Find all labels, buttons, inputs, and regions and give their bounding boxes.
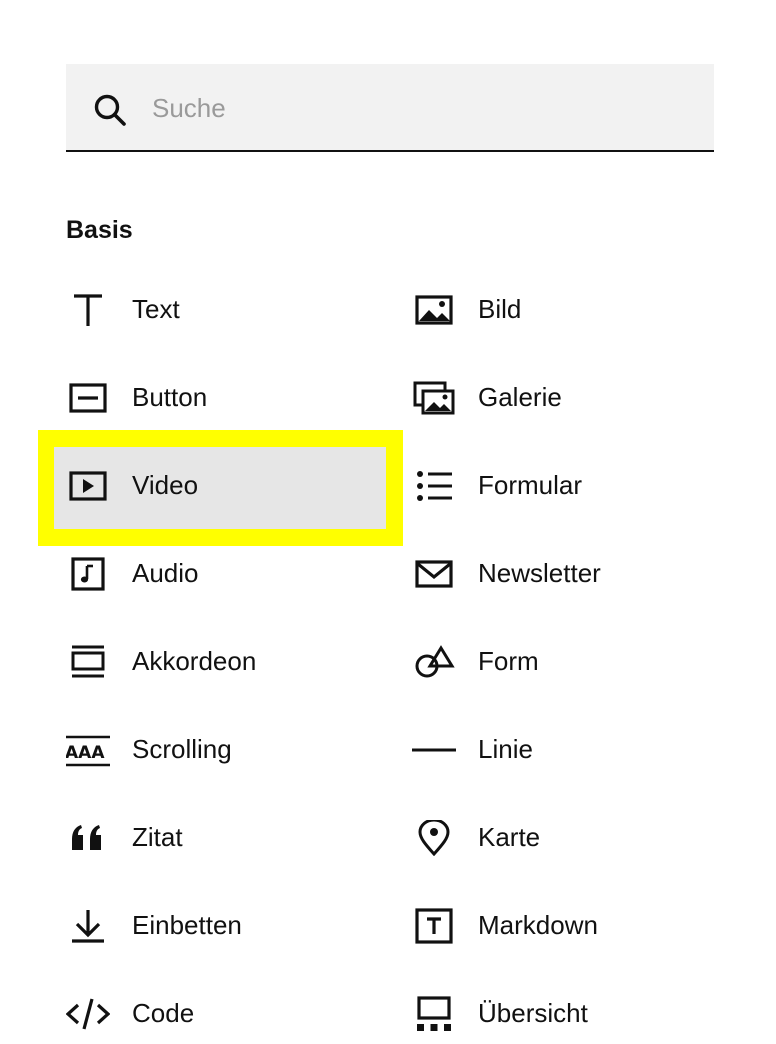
block-item-label: Übersicht: [478, 998, 588, 1028]
accordion-icon: [66, 644, 110, 680]
video-icon: [66, 468, 110, 504]
scrolling-icon: AAA: [66, 732, 110, 768]
block-item-newsletter[interactable]: Newsletter: [412, 544, 742, 604]
block-item-label: Karte: [478, 822, 541, 852]
block-item-bild[interactable]: Bild: [412, 280, 742, 340]
envelope-icon: [412, 556, 456, 592]
block-item-button[interactable]: Button: [66, 368, 396, 428]
image-icon: [412, 292, 456, 328]
line-icon: [412, 732, 456, 768]
block-item-label: Einbetten: [132, 910, 242, 940]
audio-icon: [66, 556, 110, 592]
block-item-text[interactable]: Text: [66, 280, 396, 340]
block-item-form[interactable]: Form: [412, 632, 742, 692]
block-picker-panel: Basis Text Button Video Audio Akkordeon: [0, 0, 776, 1044]
block-item-video[interactable]: Video: [66, 456, 396, 516]
section-title-basis: Basis: [66, 216, 133, 244]
block-item-label: Markdown: [478, 910, 598, 940]
quote-icon: [66, 820, 110, 856]
block-item-label: Linie: [478, 734, 533, 764]
block-item-label: Scrolling: [132, 734, 232, 764]
markdown-icon: [412, 908, 456, 944]
block-item-zitat[interactable]: Zitat: [66, 808, 396, 868]
button-icon: [66, 380, 110, 416]
map-pin-icon: [412, 820, 456, 856]
block-item-label: Button: [132, 382, 208, 412]
block-item-label: Audio: [132, 558, 199, 588]
block-item-label: Text: [132, 294, 180, 324]
block-item-label: Zitat: [132, 822, 183, 852]
embed-icon: [66, 908, 110, 944]
block-item-audio[interactable]: Audio: [66, 544, 396, 604]
block-item-linie[interactable]: Linie: [412, 720, 742, 780]
summary-icon: [412, 996, 456, 1032]
form-list-icon: [412, 468, 456, 504]
block-item-einbetten[interactable]: Einbetten: [66, 896, 396, 956]
block-item-karte[interactable]: Karte: [412, 808, 742, 868]
block-item-akkordeon[interactable]: Akkordeon: [66, 632, 396, 692]
search-input[interactable]: [152, 86, 692, 130]
block-item-galerie[interactable]: Galerie: [412, 368, 742, 428]
block-item-label: Form: [478, 646, 539, 676]
block-item-uebersicht[interactable]: Übersicht: [412, 984, 742, 1044]
svg-text:AAA: AAA: [66, 743, 105, 763]
block-item-scrolling[interactable]: AAA Scrolling: [66, 720, 396, 780]
block-item-markdown[interactable]: Markdown: [412, 896, 742, 956]
block-item-label: Galerie: [478, 382, 562, 412]
block-item-label: Bild: [478, 294, 522, 324]
search-icon: [94, 94, 126, 126]
code-icon: [66, 996, 110, 1032]
block-item-label: Newsletter: [478, 558, 601, 588]
block-item-label: Video: [132, 470, 199, 500]
block-item-code[interactable]: Code: [66, 984, 396, 1044]
block-item-label: Code: [132, 998, 195, 1028]
search-bar[interactable]: [66, 64, 714, 152]
shapes-icon: [412, 644, 456, 680]
block-item-label: Akkordeon: [132, 646, 257, 676]
gallery-icon: [412, 380, 456, 416]
text-icon: [66, 292, 110, 328]
block-item-formular[interactable]: Formular: [412, 456, 742, 516]
block-item-label: Formular: [478, 470, 583, 500]
